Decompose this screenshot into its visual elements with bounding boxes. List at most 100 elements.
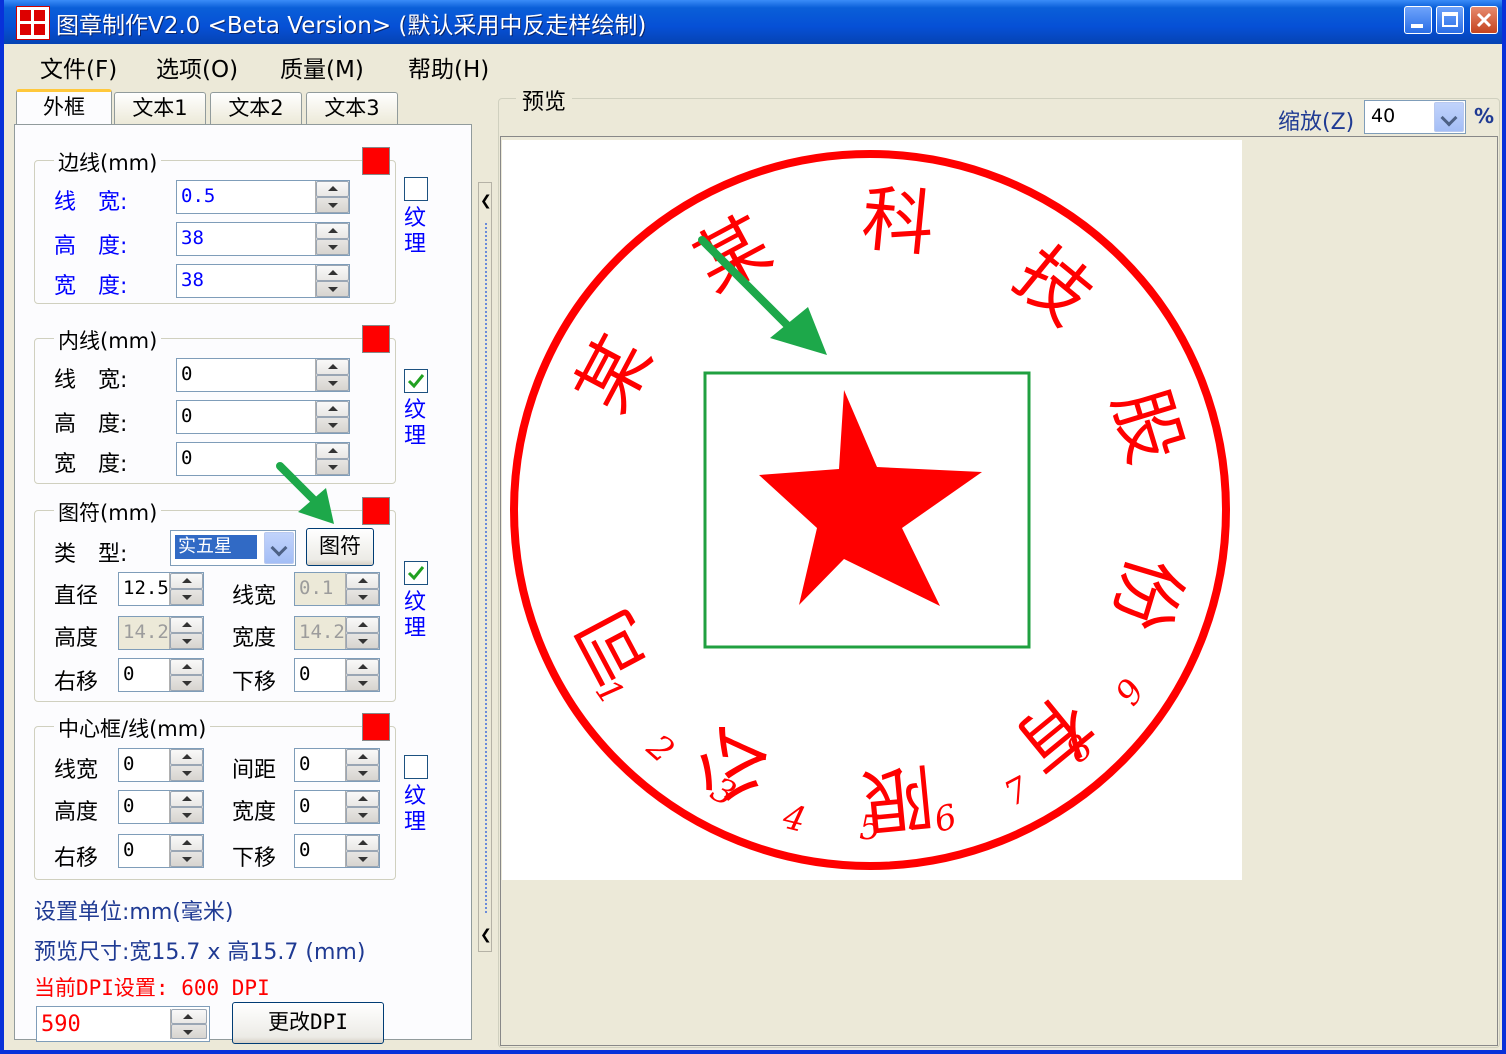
spin-up-button[interactable] <box>170 835 203 851</box>
center-line-width-spin[interactable]: 0 <box>118 748 204 782</box>
zoom-combo[interactable]: 40 <box>1364 100 1466 134</box>
symbol-texture-checkbox[interactable] <box>404 561 428 585</box>
inner-texture-checkbox[interactable] <box>404 369 428 393</box>
spin-down-button[interactable] <box>316 239 349 255</box>
maximize-icon <box>1442 12 1458 27</box>
close-button[interactable] <box>1470 6 1498 34</box>
symbol-diameter-spin[interactable]: 12.5 <box>118 572 204 606</box>
checkmark-icon <box>407 566 425 581</box>
annotation-arrow-2 <box>276 462 334 524</box>
spin-up-button[interactable] <box>170 791 203 807</box>
center-spacing-label: 间距 <box>232 758 277 783</box>
spin-down-button[interactable] <box>171 1024 207 1039</box>
tab-text1[interactable]: 文本1 <box>114 92 206 124</box>
spin-down-button[interactable] <box>346 675 379 691</box>
panel-splitter[interactable]: ❮ ❮ <box>478 182 492 952</box>
seal-star-icon <box>759 390 982 606</box>
symbol-width-value: 14.2 <box>299 621 345 643</box>
center-shift-down-spin[interactable]: 0 <box>294 834 380 868</box>
center-width-spin[interactable]: 0 <box>294 790 380 824</box>
spin-up-button[interactable] <box>346 835 379 851</box>
menu-quality[interactable]: 质量(M) <box>280 50 364 84</box>
tab-text2[interactable]: 文本2 <box>210 92 302 124</box>
symbol-shift-right-spin[interactable]: 0 <box>118 658 204 692</box>
border-line-width-spin[interactable]: 0.5 <box>176 180 350 214</box>
dropdown-arrow-icon[interactable] <box>1434 102 1464 132</box>
inner-height-spin[interactable]: 0 <box>176 400 350 434</box>
menu-bar: 文件(F) 选项(O) 质量(M) 帮助(H) <box>4 44 1502 84</box>
inner-line-color-swatch[interactable] <box>362 325 390 353</box>
spin-down-button[interactable] <box>170 589 203 605</box>
menu-help[interactable]: 帮助(H) <box>408 50 489 84</box>
symbol-type-value: 实五星 <box>175 535 257 559</box>
texture-label-char: 理 <box>403 810 426 835</box>
center-shift-right-spin[interactable]: 0 <box>118 834 204 868</box>
center-spacing-value: 0 <box>299 753 311 775</box>
collapse-left-icon[interactable]: ❮ <box>480 193 492 209</box>
center-shift-down-value: 0 <box>299 839 311 861</box>
spin-up-button[interactable] <box>316 265 349 281</box>
spin-down-button[interactable] <box>316 281 349 297</box>
center-height-spin[interactable]: 0 <box>118 790 204 824</box>
symbol-line-width-spin: 0.1 <box>294 572 380 606</box>
dpi-spin[interactable]: 590 <box>36 1006 210 1042</box>
spin-down-button[interactable] <box>170 765 203 781</box>
symbol-type-combo[interactable]: 实五星 <box>170 530 296 566</box>
change-dpi-button[interactable]: 更改DPI <box>232 1002 384 1044</box>
spin-up-button[interactable] <box>170 659 203 675</box>
spin-up-button[interactable] <box>170 749 203 765</box>
symbol-shift-down-spin[interactable]: 0 <box>294 658 380 692</box>
spin-up-button[interactable] <box>170 573 203 589</box>
menu-file[interactable]: 文件(F) <box>40 50 117 84</box>
spin-down-button[interactable] <box>170 675 203 691</box>
border-color-swatch[interactable] <box>362 147 390 175</box>
zoom-percent-label: % <box>1474 104 1495 128</box>
spin-up-button[interactable] <box>316 181 349 197</box>
tab-text3[interactable]: 文本3 <box>306 92 398 124</box>
menu-options[interactable]: 选项(O) <box>156 50 238 84</box>
spin-down-button[interactable] <box>316 375 349 391</box>
symbol-diameter-value: 12.5 <box>123 577 169 599</box>
spin-down-button[interactable] <box>170 807 203 823</box>
minimize-button[interactable] <box>1404 6 1432 34</box>
spin-up-button[interactable] <box>171 1009 207 1024</box>
symbol-line-width-value: 0.1 <box>299 577 334 599</box>
center-frame-color-swatch[interactable] <box>362 713 390 741</box>
dpi-current-info: 当前DPI设置: 600 DPI <box>34 976 270 1000</box>
maximize-button[interactable] <box>1436 6 1464 34</box>
center-spacing-spin[interactable]: 0 <box>294 748 380 782</box>
app-seal-icon <box>16 6 50 40</box>
center-width-value: 0 <box>299 795 311 817</box>
seal-char: 某 <box>681 200 784 308</box>
spin-up-button[interactable] <box>346 659 379 675</box>
inner-texture-label: 纹理 <box>402 398 428 450</box>
preview-title: 预览 <box>516 84 573 116</box>
dropdown-arrow-icon[interactable] <box>264 532 294 564</box>
border-height-spin[interactable]: 38 <box>176 222 350 256</box>
spin-down-button[interactable] <box>316 197 349 213</box>
spin-up-button[interactable] <box>316 223 349 239</box>
spin-down-button[interactable] <box>346 851 379 867</box>
spin-up-button[interactable] <box>346 791 379 807</box>
spin-down-button[interactable] <box>346 807 379 823</box>
border-width-spin[interactable]: 38 <box>176 264 350 298</box>
spin-up-button[interactable] <box>316 401 349 417</box>
symbol-button[interactable]: 图符 <box>306 528 374 566</box>
spin-down-button[interactable] <box>170 851 203 867</box>
symbol-shift-right-label: 右移 <box>54 670 99 695</box>
border-height-label: 高 度: <box>54 234 128 259</box>
spin-up-button[interactable] <box>316 443 349 459</box>
inner-line-width-spin[interactable]: 0 <box>176 358 350 392</box>
symbol-color-swatch[interactable] <box>362 497 390 525</box>
title-bar[interactable]: 图章制作V2.0 <Beta Version> (默认采用中反走样绘制) <box>4 0 1502 44</box>
spin-down-button[interactable] <box>316 417 349 433</box>
spin-up-button[interactable] <box>346 749 379 765</box>
collapse-left-icon[interactable]: ❮ <box>480 927 492 943</box>
inner-width-label: 宽 度: <box>54 452 128 477</box>
center-texture-checkbox[interactable] <box>404 755 428 779</box>
seal-number: 7 <box>998 769 1036 815</box>
tab-frame[interactable]: 外框 <box>16 89 112 125</box>
spin-down-button[interactable] <box>346 765 379 781</box>
spin-up-button[interactable] <box>316 359 349 375</box>
border-texture-checkbox[interactable] <box>404 177 428 201</box>
